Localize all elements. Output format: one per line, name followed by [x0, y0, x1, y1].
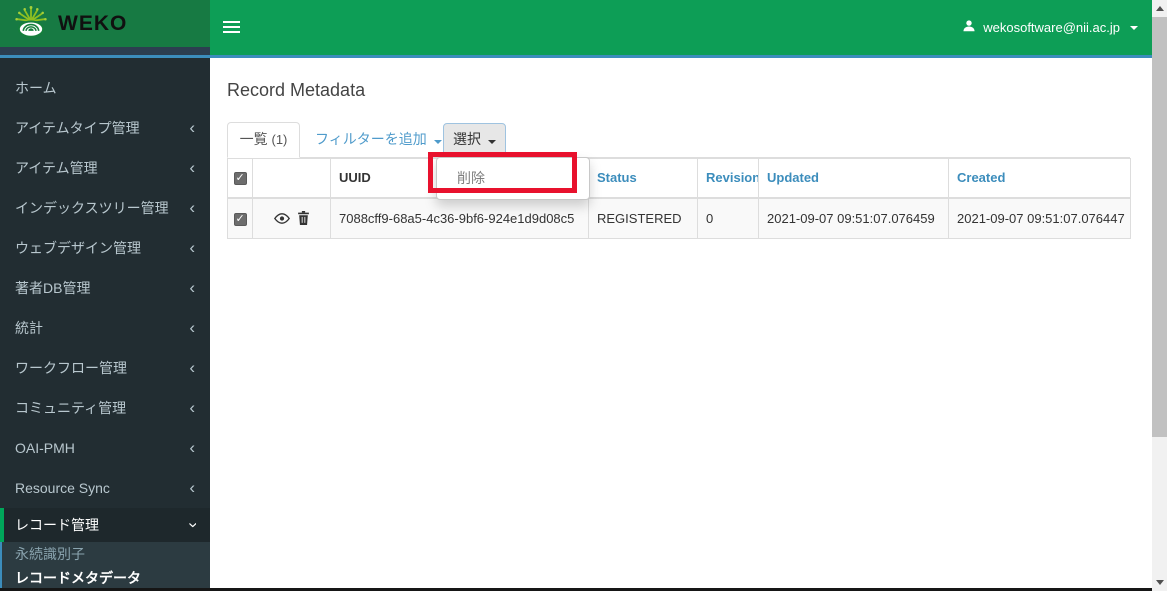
dropdown-item-delete[interactable]: 削除	[437, 158, 589, 199]
status-column-header[interactable]: Status	[588, 158, 698, 199]
sidebar-top-strip	[0, 47, 210, 55]
scroll-up-button[interactable]	[1152, 0, 1167, 17]
chevron-left-icon: ‹	[189, 118, 195, 137]
row-revision: 0	[697, 197, 759, 239]
chevron-down-icon	[487, 140, 496, 144]
sidebar-item-home[interactable]: ホーム	[0, 68, 210, 108]
actions-column-header	[252, 158, 331, 199]
scroll-down-button[interactable]	[1152, 574, 1167, 591]
user-email: wekosoftware@nii.ac.jp	[983, 20, 1120, 35]
sidebar-item-itemtype-mgmt[interactable]: アイテムタイプ管理 ‹	[0, 108, 210, 148]
updated-column-header[interactable]: Updated	[758, 158, 949, 199]
chevron-left-icon: ‹	[189, 398, 195, 417]
row-status: REGISTERED	[588, 197, 698, 239]
submenu-item-record-metadata[interactable]: レコードメタデータ	[2, 566, 210, 590]
sidebar-item-community-mgmt[interactable]: コミュニティ管理 ‹	[0, 388, 210, 428]
hamburger-icon	[223, 21, 240, 23]
select-dropdown-menu: 削除	[436, 157, 590, 200]
tab-list[interactable]: 一覧 (1)	[227, 122, 300, 158]
chevron-left-icon: ‹	[189, 358, 195, 377]
row-uuid: 7088cff9-68a5-4c36-9bf6-924e1d9d08c5	[330, 197, 589, 239]
row-updated: 2021-09-07 09:51:07.076459	[758, 197, 949, 239]
submenu-item-persistent-identifier[interactable]: 永続識別子	[2, 542, 210, 566]
sidebar-item-workflow-mgmt[interactable]: ワークフロー管理 ‹	[0, 348, 210, 388]
sidebar-item-record-mgmt[interactable]: レコード管理 ‹	[0, 508, 210, 542]
tab-list-count: (1)	[271, 132, 288, 147]
row-created: 2021-09-07 09:51:07.076447	[948, 197, 1131, 239]
chevron-left-icon: ‹	[189, 238, 195, 257]
weko-logo-icon	[13, 2, 49, 45]
chevron-left-icon: ‹	[189, 158, 195, 177]
top-navbar: wekosoftware@nii.ac.jp	[210, 0, 1152, 55]
chevron-left-icon: ‹	[189, 438, 195, 457]
row-checkbox[interactable]: ✓	[233, 212, 247, 226]
sidebar: ホーム アイテムタイプ管理 ‹ アイテム管理 ‹ インデックスツリー管理 ‹ ウェブデ…	[0, 58, 210, 590]
chevron-left-icon: ‹	[189, 318, 195, 337]
chevron-down-icon	[1130, 25, 1138, 30]
chevron-down-icon: ‹	[182, 522, 202, 528]
user-icon	[962, 19, 976, 36]
view-eye-icon[interactable]	[273, 212, 290, 225]
sidebar-item-indextree-mgmt[interactable]: インデックスツリー管理 ‹	[0, 188, 210, 228]
record-mgmt-submenu: 永続識別子 レコードメタデータ	[0, 542, 210, 590]
records-table: ✓ UUID Status Revision Updated Created ✓	[227, 158, 1131, 239]
weko-admin-screen: WEKO wekosoftware@nii.ac.jp ホーム アイテムタイプ管…	[0, 0, 1167, 591]
sidebar-item-authordb-mgmt[interactable]: 著者DB管理 ‹	[0, 268, 210, 308]
content-area: Record Metadata 一覧 (1) フィルターを追加 選択 ✓ UUI…	[210, 58, 1152, 588]
sidebar-item-item-mgmt[interactable]: アイテム管理 ‹	[0, 148, 210, 188]
created-column-header[interactable]: Created	[948, 158, 1131, 199]
delete-trash-icon[interactable]	[297, 211, 310, 226]
chevron-left-icon: ‹	[189, 278, 195, 297]
sidebar-toggle-button[interactable]	[223, 21, 240, 36]
revision-column-header[interactable]: Revision	[697, 158, 759, 199]
chevron-left-icon: ‹	[189, 198, 195, 217]
sidebar-item-resource-sync[interactable]: Resource Sync ‹	[0, 468, 210, 508]
sidebar-item-webdesign-mgmt[interactable]: ウェブデザイン管理 ‹	[0, 228, 210, 268]
sidebar-item-statistics[interactable]: 統計 ‹	[0, 308, 210, 348]
select-dropdown-button[interactable]: 選択	[443, 123, 506, 157]
select-all-checkbox[interactable]: ✓	[233, 172, 247, 186]
add-filter-link[interactable]: フィルターを追加	[315, 129, 442, 149]
brand-name: WEKO	[58, 11, 128, 35]
table-row: ✓ 7088cff9-68a5-4c36-9bf6-924e1d9d08c5 R…	[227, 197, 1131, 239]
triangle-down-icon	[1155, 580, 1164, 585]
brand-logo[interactable]: WEKO	[0, 0, 210, 47]
scrollbar-thumb[interactable]	[1152, 17, 1167, 437]
user-menu[interactable]: wekosoftware@nii.ac.jp	[962, 0, 1138, 55]
chevron-down-icon	[433, 140, 442, 144]
triangle-up-icon	[1155, 6, 1164, 11]
page-scrollbar[interactable]	[1152, 0, 1167, 591]
page-title: Record Metadata	[227, 80, 366, 100]
sidebar-item-oai-pmh[interactable]: OAI-PMH ‹	[0, 428, 210, 468]
table-header-row: ✓ UUID Status Revision Updated Created	[227, 158, 1131, 199]
chevron-left-icon: ‹	[189, 478, 195, 497]
